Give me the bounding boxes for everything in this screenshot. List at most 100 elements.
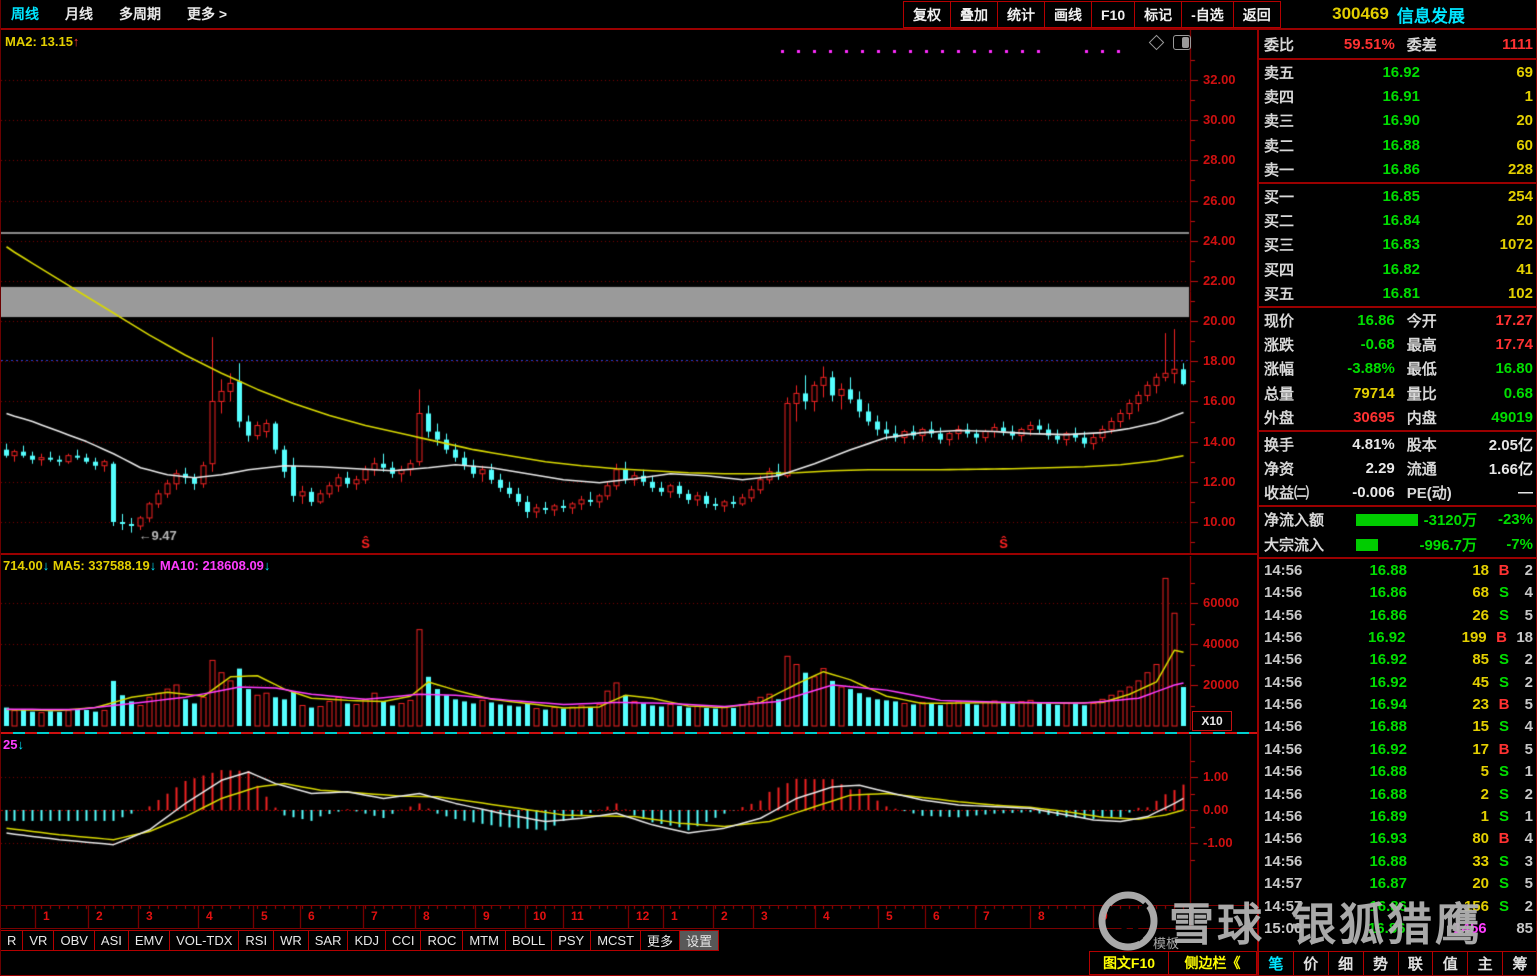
month-label: 8	[1038, 909, 1045, 923]
quote-tab-势[interactable]: 势	[1363, 951, 1399, 976]
macd-chart[interactable]	[1, 735, 1257, 903]
ask-levels-row: 卖二16.8860	[1259, 133, 1537, 157]
volume-indicator-label: 714.00↓ MA5: 337588.19↓ MA10: 218608.09↓	[3, 558, 270, 573]
toolbar-button-标记[interactable]: 标记	[1134, 1, 1182, 28]
tick-row: 15:0016.86145685	[1259, 917, 1537, 939]
volume-axis-label: 40000	[1203, 636, 1239, 651]
price-axis-label: 24.00	[1203, 233, 1236, 248]
tick-row: 14:5616.9285S2	[1259, 649, 1537, 671]
weibi-section: 委比59.51%委差1111	[1259, 30, 1537, 60]
info-row: 涨幅-3.88%最低16.80	[1259, 357, 1537, 381]
month-label: 6	[933, 909, 940, 923]
stock-header: 300469 信息发展	[1259, 0, 1537, 28]
weibi-row: 委比59.51%委差1111	[1259, 30, 1537, 58]
indicator-button-VR[interactable]: VR	[22, 930, 54, 951]
toolbar-button-统计[interactable]: 统计	[997, 1, 1045, 28]
tick-row: 14:5616.8815S4	[1259, 716, 1537, 738]
tick-row: 14:5616.9423B5	[1259, 693, 1537, 715]
month-label: 10	[533, 909, 546, 923]
tick-row: 14:5716.86156S2	[1259, 895, 1537, 917]
top-bar: 周线 月线 多周期 更多 > 复权叠加统计画线F10标记-自选返回 300469 信息…	[1, 0, 1537, 30]
quote-tab-联[interactable]: 联	[1398, 951, 1434, 976]
flow-row: 净流入额-3120万-23%	[1259, 507, 1537, 532]
bid-levels-row: 买一16.85254	[1259, 184, 1537, 208]
indicator-button-VOL-TDX[interactable]: VOL-TDX	[169, 930, 239, 951]
month-label: 9	[483, 909, 490, 923]
menu-item-月线[interactable]: 月线	[65, 4, 93, 24]
indicator-button-设置[interactable]: 设置	[679, 930, 719, 951]
quote-tab-价[interactable]: 价	[1293, 951, 1329, 976]
main-candlestick-chart[interactable]	[1, 30, 1257, 553]
toolbar-button-复权[interactable]: 复权	[903, 1, 951, 28]
toolbar-button--自选[interactable]: -自选	[1181, 1, 1234, 28]
info-row: 收益㈡-0.006PE(动)—	[1259, 481, 1537, 505]
quote-panel: 委比59.51%委差1111卖五16.9269卖四16.911卖三16.9020…	[1257, 30, 1537, 951]
bid-levels-row: 买五16.81102	[1259, 282, 1537, 306]
month-label: 12	[636, 909, 649, 923]
quote-tab-主[interactable]: 主	[1467, 951, 1503, 976]
indicator-button-MCST[interactable]: MCST	[590, 930, 641, 951]
macd-indicator-label: 25↓	[3, 737, 24, 752]
indicator-bar: RVROBVASIEMVVOL-TDXRSIWRSARKDJCCIROCMTMB…	[1, 930, 1257, 951]
tick-row: 14:5716.8720S5	[1259, 873, 1537, 895]
fund-flow-section: 净流入额-3120万-23%大宗流入-996.7万-7%	[1259, 507, 1537, 559]
tick-row: 14:5616.8626S5	[1259, 604, 1537, 626]
sidebar-button[interactable]: 侧边栏《	[1168, 951, 1257, 975]
menu-item-更多 >[interactable]: 更多 >	[187, 4, 227, 24]
month-label: 3	[146, 909, 153, 923]
price-axis-label: 28.00	[1203, 152, 1236, 167]
indicator-button-BOLL[interactable]: BOLL	[505, 930, 552, 951]
indicator-button-R[interactable]: R	[0, 930, 23, 951]
split-panel-icon[interactable]	[1173, 35, 1191, 50]
price-axis-label: 16.00	[1203, 393, 1236, 408]
quote-tab-值[interactable]: 值	[1432, 951, 1468, 976]
indicator-button-WR[interactable]: WR	[273, 930, 309, 951]
indicator-button-更多[interactable]: 更多	[640, 930, 680, 951]
info-row: 净资2.29流通1.66亿	[1259, 456, 1537, 480]
macd-axis-label: 1.00	[1203, 769, 1228, 784]
tick-row: 14:5616.891S1	[1259, 805, 1537, 827]
indicator-button-OBV[interactable]: OBV	[53, 930, 94, 951]
menu-item-周线[interactable]: 周线	[11, 4, 39, 24]
toolbar-button-F10[interactable]: F10	[1091, 1, 1135, 28]
indicator-button-CCI[interactable]: CCI	[385, 930, 421, 951]
dashed-divider[interactable]	[1, 732, 1257, 734]
indicator-button-PSY[interactable]: PSY	[551, 930, 591, 951]
price-axis-label: 26.00	[1203, 193, 1236, 208]
f10-button[interactable]: 图文F10	[1089, 951, 1169, 975]
info-row: 换手4.81%股本2.05亿	[1259, 432, 1537, 456]
price-axis-label: 18.00	[1203, 353, 1236, 368]
indicator-button-KDJ[interactable]: KDJ	[347, 930, 386, 951]
indicator-button-EMV[interactable]: EMV	[128, 930, 170, 951]
quote-tab-细[interactable]: 细	[1328, 951, 1364, 976]
tick-row: 14:5616.885S1	[1259, 761, 1537, 783]
panel-divider	[1, 553, 1257, 555]
ma2-value: MA2: 13.15	[5, 34, 73, 49]
chart-toolbar: 复权叠加统计画线F10标记-自选返回	[904, 1, 1281, 28]
menu-item-多周期[interactable]: 多周期	[119, 4, 161, 24]
price-axis-label: 22.00	[1203, 273, 1236, 288]
volume-axis-label: 20000	[1203, 677, 1239, 692]
quote-tab-笔[interactable]: 笔	[1258, 951, 1294, 976]
template-button[interactable]: 模板	[1153, 933, 1179, 952]
bid-levels-row: 买三16.831072	[1259, 233, 1537, 257]
quote-tab-筹[interactable]: 筹	[1502, 951, 1537, 976]
indicator-button-SAR[interactable]: SAR	[308, 930, 349, 951]
price-axis-label: 32.00	[1203, 72, 1236, 87]
indicator-button-ASI[interactable]: ASI	[94, 930, 129, 951]
stock-code: 300469	[1332, 4, 1389, 24]
ask-levels-row: 卖三16.9020	[1259, 109, 1537, 133]
tick-row: 14:5616.9380B4	[1259, 828, 1537, 850]
month-label: 5	[886, 909, 893, 923]
month-label: 11	[571, 909, 584, 923]
indicator-button-ROC[interactable]: ROC	[420, 930, 463, 951]
toolbar-button-叠加[interactable]: 叠加	[950, 1, 998, 28]
bid-levels-row: 买二16.8420	[1259, 208, 1537, 232]
indicator-button-RSI[interactable]: RSI	[238, 930, 274, 951]
tick-row: 14:5616.92199B18	[1259, 626, 1537, 648]
indicator-button-MTM[interactable]: MTM	[462, 930, 506, 951]
ask-levels-row: 卖四16.911	[1259, 84, 1537, 108]
macd-axis-label: 0.00	[1203, 802, 1228, 817]
volume-chart[interactable]	[1, 556, 1257, 730]
toolbar-button-画线[interactable]: 画线	[1044, 1, 1092, 28]
